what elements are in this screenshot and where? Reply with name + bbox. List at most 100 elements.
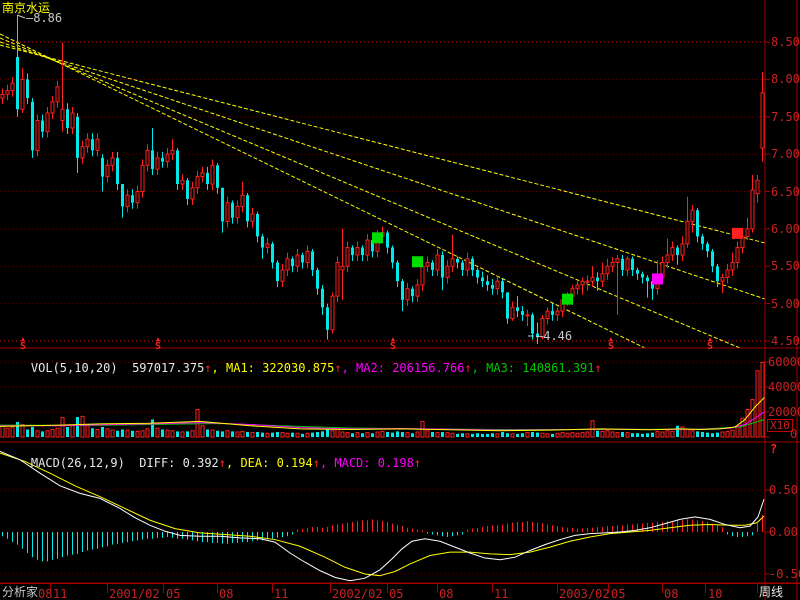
candlestick (681, 244, 684, 255)
candlestick (296, 255, 299, 266)
candlestick (631, 259, 634, 270)
candlestick (236, 206, 239, 217)
volume-bar (516, 434, 519, 437)
chart-canvas[interactable] (0, 0, 800, 600)
volume-bar (131, 431, 134, 437)
volume-bar (316, 432, 319, 437)
volume-bar (446, 433, 449, 437)
candlestick (691, 210, 694, 221)
volume-bar (496, 434, 499, 437)
volume-header: VOL(5,10,20) 597017.375↑, MA1: 322030.87… (2, 350, 602, 386)
macd-diff-label: DIFF: (139, 456, 182, 470)
volume-bar (41, 431, 44, 437)
volume-bar (206, 430, 209, 438)
candlestick (251, 214, 254, 221)
volume-bar (631, 433, 634, 437)
x10-multiplier-badge: X10 (767, 419, 793, 432)
volume-bar (321, 431, 324, 437)
volume-bar (146, 429, 149, 437)
candlestick (11, 83, 14, 90)
candlestick (756, 180, 759, 193)
volume-bar (686, 430, 689, 438)
candlestick (246, 195, 249, 221)
candlestick (151, 150, 154, 169)
candlestick (721, 277, 724, 281)
candlestick (96, 139, 99, 150)
volume-bar (536, 433, 539, 437)
volume-bar (56, 428, 59, 437)
volume-bar (711, 433, 714, 437)
volume-ma2-line (0, 411, 765, 430)
volume-bar (511, 434, 514, 437)
volume-bar (11, 427, 14, 437)
candlestick (451, 259, 454, 266)
candlestick (611, 263, 614, 267)
volume-bar (226, 431, 229, 437)
volume-bar (116, 431, 119, 437)
price-axis-label: 5.00 (771, 298, 800, 310)
candlestick (641, 274, 644, 278)
time-axis-tick (107, 584, 108, 593)
volume-bar (6, 428, 9, 437)
candlestick (171, 150, 174, 154)
candlestick (366, 240, 369, 255)
candlestick (396, 263, 399, 282)
candlestick (221, 188, 224, 222)
volume-bar (276, 432, 279, 437)
volume-bar (641, 434, 644, 437)
volume-bar (406, 433, 409, 437)
volume-bar (331, 431, 334, 437)
candlestick (271, 244, 274, 263)
volume-bar (531, 432, 534, 437)
candlestick (286, 259, 289, 270)
volume-bar (136, 431, 139, 437)
volume-bar (676, 426, 679, 437)
date-label: 08 (664, 587, 678, 600)
candlestick (156, 158, 159, 169)
candlestick (81, 147, 84, 158)
help-icon[interactable]: ? (770, 443, 777, 455)
volume-bar (481, 434, 484, 437)
volume-axis-label: 20000 (768, 406, 800, 418)
candlestick (266, 244, 269, 248)
volume-bar (451, 433, 454, 437)
volume-bar (311, 433, 314, 437)
time-axis-tick (387, 584, 388, 593)
candlestick (256, 214, 259, 236)
exright-marker: ▲S (608, 337, 614, 351)
volume-bar (301, 434, 304, 437)
volume-bar (556, 433, 559, 437)
volume-bar (571, 433, 574, 437)
volume-bar (91, 428, 94, 437)
app-window: 南京水运 —8.86 —4.46 VOL(5,10,20) 597017.375… (0, 0, 800, 600)
signal-marker (732, 228, 743, 239)
exright-triangle-icon: ▲ (155, 337, 161, 342)
candlestick (676, 248, 679, 255)
period-label[interactable]: 周线 (759, 586, 783, 598)
exright-triangle-icon: ▲ (707, 337, 713, 342)
vol-value: 597017.375 (132, 361, 204, 375)
volume-bar (81, 416, 84, 437)
candlestick (201, 173, 204, 177)
candlestick (71, 113, 74, 128)
volume-bar (251, 433, 254, 437)
date-label: 08 (38, 587, 52, 600)
volume-bar (281, 433, 284, 437)
candlestick (466, 259, 469, 270)
macd-indicator-label: MACD(26,12,9) (31, 456, 125, 470)
candlestick (111, 158, 114, 165)
candlestick (51, 102, 54, 113)
exright-marker: ▲S (707, 337, 713, 351)
volume-bar (521, 433, 524, 437)
candlestick (331, 296, 334, 330)
volume-bar (341, 432, 344, 437)
volume-bar (111, 430, 114, 437)
volume-bar (296, 433, 299, 437)
candlestick (476, 270, 479, 277)
candlestick (501, 281, 504, 292)
exright-triangle-icon: ▲ (608, 337, 614, 342)
price-axis-label: 5.50 (771, 260, 800, 272)
candlestick (326, 307, 329, 329)
candlestick (471, 259, 474, 270)
candlestick (216, 165, 219, 187)
